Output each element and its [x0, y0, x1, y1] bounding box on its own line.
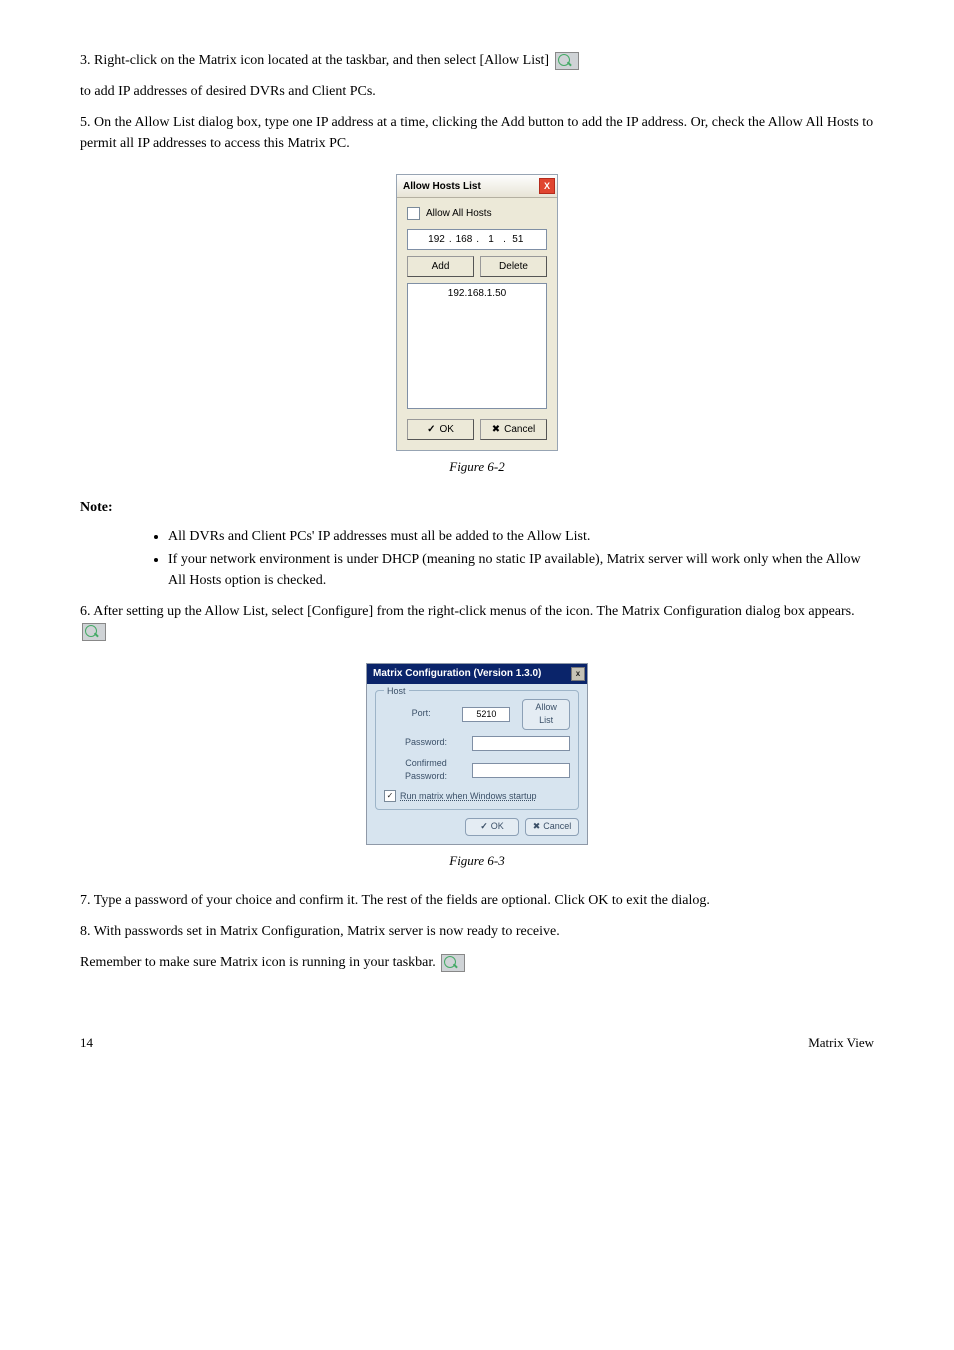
- list-item[interactable]: 192.168.1.50: [412, 286, 542, 301]
- step-6-text: 6. After setting up the Allow List, sele…: [80, 604, 855, 619]
- confirm-password-input[interactable]: [472, 763, 570, 778]
- close-icon[interactable]: x: [571, 667, 585, 681]
- note-label: Note:: [80, 500, 113, 515]
- ok-button[interactable]: OK: [465, 818, 519, 836]
- step-5-text: 5. On the Allow List dialog box, type on…: [80, 112, 874, 154]
- step-heading-text: to add IP addresses of desired DVRs and …: [80, 81, 874, 102]
- page-footer: 14 Matrix View: [80, 1033, 874, 1053]
- allow-all-hosts-checkbox[interactable]: [407, 207, 420, 220]
- page-number: 14: [80, 1033, 93, 1053]
- note-1: All DVRs and Client PCs' IP addresses mu…: [168, 526, 874, 547]
- allow-hosts-window: Allow Hosts List X Allow All Hosts 192. …: [396, 174, 558, 451]
- step-3-text: 3. Right-click on the Matrix icon locate…: [80, 53, 549, 68]
- ip-input[interactable]: 192. 168. 1. 51: [407, 229, 547, 250]
- password-label: Password:: [384, 736, 468, 750]
- note-list: All DVRs and Client PCs' IP addresses mu…: [128, 526, 874, 591]
- cancel-button[interactable]: Cancel: [480, 419, 547, 440]
- ok-button[interactable]: OK: [407, 419, 474, 440]
- step-3-line: 3. Right-click on the Matrix icon locate…: [80, 50, 874, 71]
- check-icon: [427, 422, 435, 437]
- cancel-label: Cancel: [504, 422, 535, 437]
- hosts-listbox[interactable]: 192.168.1.50: [407, 283, 547, 409]
- matrix-config-title-text: Matrix Configuration (Version 1.3.0): [373, 666, 541, 681]
- figure-6-2: Allow Hosts List X Allow All Hosts 192. …: [80, 174, 874, 477]
- port-input[interactable]: 5210: [462, 707, 510, 722]
- allow-list-button[interactable]: Allow List: [522, 699, 570, 730]
- note-2: If your network environment is under DHC…: [168, 549, 874, 591]
- run-startup-checkbox[interactable]: [384, 790, 396, 802]
- port-label: Port:: [384, 707, 458, 721]
- matrix-config-titlebar: Matrix Configuration (Version 1.3.0) x: [367, 664, 587, 684]
- figure-6-3-caption: Figure 6-3: [80, 851, 874, 871]
- ip-octet-1: 192: [428, 232, 445, 247]
- delete-button[interactable]: Delete: [480, 256, 547, 277]
- doc-title: Matrix View: [808, 1033, 874, 1053]
- password-input[interactable]: [472, 736, 570, 751]
- step-8-text-b: Remember to make sure Matrix icon is run…: [80, 955, 436, 970]
- add-button[interactable]: Add: [407, 256, 474, 277]
- x-icon: [492, 422, 500, 437]
- matrix-taskbar-icon: [441, 954, 465, 972]
- allow-all-hosts-label: Allow All Hosts: [426, 206, 492, 221]
- allow-hosts-title-text: Allow Hosts List: [403, 179, 481, 194]
- check-icon: [480, 820, 488, 834]
- matrix-taskbar-icon: [555, 52, 579, 70]
- ip-octet-4: 51: [510, 232, 526, 247]
- ok-label: OK: [491, 820, 504, 834]
- figure-6-3: Matrix Configuration (Version 1.3.0) x H…: [80, 663, 874, 871]
- step-8-line-b: Remember to make sure Matrix icon is run…: [80, 952, 874, 973]
- cancel-button[interactable]: Cancel: [525, 818, 579, 836]
- step-8-line-a: 8. With passwords set in Matrix Configur…: [80, 921, 874, 942]
- ok-label: OK: [439, 422, 453, 437]
- confirm-password-label: Confirmed Password:: [384, 757, 468, 784]
- host-legend: Host: [384, 685, 409, 699]
- close-icon[interactable]: X: [539, 178, 555, 194]
- cancel-label: Cancel: [543, 820, 571, 834]
- host-group: Host Port: 5210 Allow List Password: Con…: [375, 690, 579, 811]
- x-icon: [533, 820, 541, 834]
- ip-octet-3: 1: [483, 232, 499, 247]
- matrix-taskbar-icon: [82, 623, 106, 641]
- figure-6-2-caption: Figure 6-2: [80, 457, 874, 477]
- note-lead: Note:: [80, 497, 874, 518]
- ip-octet-2: 168: [456, 232, 473, 247]
- allow-hosts-titlebar: Allow Hosts List X: [397, 175, 557, 198]
- step-6-line: 6. After setting up the Allow List, sele…: [80, 601, 874, 643]
- allow-all-hosts-row: Allow All Hosts: [407, 206, 547, 221]
- matrix-config-window: Matrix Configuration (Version 1.3.0) x H…: [366, 663, 588, 845]
- step-7-text: 7. Type a password of your choice and co…: [80, 890, 874, 911]
- run-startup-label: Run matrix when Windows startup: [400, 790, 537, 804]
